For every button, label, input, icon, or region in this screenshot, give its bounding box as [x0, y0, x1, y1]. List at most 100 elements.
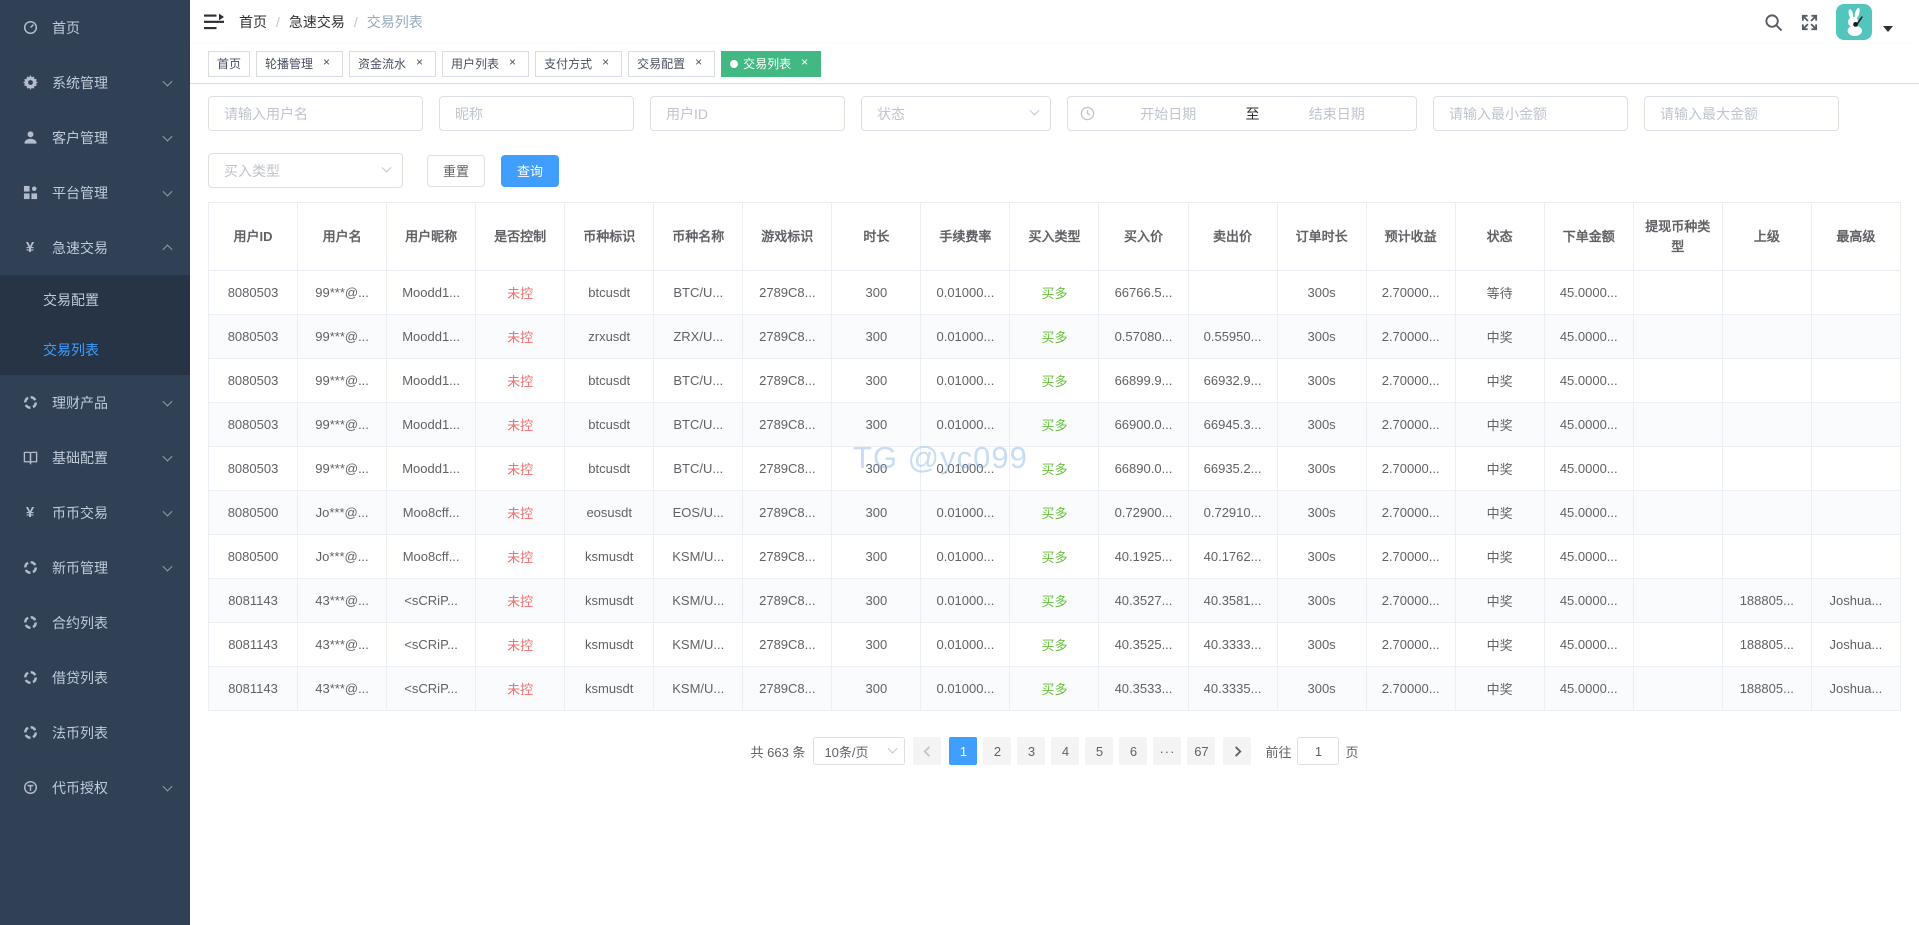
- sidebar-item-label: 币币交易: [52, 504, 108, 521]
- table-row: 8080503 99***@... Moodd1... 未控 btcusdt BTC/U.…: [207, 402, 1902, 447]
- table-cell: 8080503: [207, 358, 299, 403]
- sidebar-subitem-4-1[interactable]: 交易列表: [0, 325, 190, 375]
- tab-2[interactable]: 资金流水 ×: [349, 50, 437, 77]
- table-cell: 40.3533...: [1098, 666, 1189, 711]
- close-tab-icon[interactable]: ×: [505, 56, 520, 71]
- search-button[interactable]: 查询: [501, 154, 560, 187]
- date-end-placeholder[interactable]: 结束日期: [1270, 104, 1405, 124]
- search-icon[interactable]: [1764, 13, 1783, 32]
- sidebar-item-label: 理财产品: [52, 394, 108, 411]
- close-tab-icon[interactable]: ×: [598, 56, 613, 71]
- date-range-picker[interactable]: 开始日期 至 结束日期: [1067, 96, 1417, 131]
- date-separator: 至: [1245, 105, 1260, 122]
- sidebar-item-9[interactable]: 合约列表: [0, 595, 190, 650]
- tab-3[interactable]: 用户列表 ×: [442, 50, 530, 77]
- date-start-placeholder[interactable]: 开始日期: [1101, 104, 1236, 124]
- sidebar-item-label: 新币管理: [52, 559, 108, 576]
- userid-input[interactable]: [651, 97, 844, 130]
- tab-4[interactable]: 支付方式 ×: [535, 50, 623, 77]
- table-cell: Moodd1...: [386, 314, 477, 359]
- table-cell: btcusdt: [564, 358, 655, 403]
- tab-6[interactable]: 交易列表 ×: [721, 50, 822, 77]
- tab-label: 支付方式: [544, 57, 593, 71]
- column-header-12: 订单时长: [1276, 202, 1367, 271]
- sidebar-item-1[interactable]: 系统管理: [0, 55, 190, 110]
- table-cell: 300: [831, 270, 922, 315]
- column-header-4: 币种标识: [564, 202, 655, 271]
- sidebar-item-5[interactable]: 理财产品: [0, 375, 190, 430]
- sidebar-item-0[interactable]: 首页: [0, 0, 190, 55]
- page-button-67[interactable]: 67: [1187, 737, 1216, 765]
- close-tab-icon[interactable]: ×: [319, 56, 334, 71]
- table-cell: KSM/U...: [653, 622, 744, 667]
- table-cell: 中奖: [1454, 314, 1545, 359]
- min-amount-input[interactable]: [1434, 97, 1627, 130]
- page-button-5[interactable]: 5: [1085, 737, 1114, 765]
- sidebar-item-label: 客户管理: [52, 129, 108, 146]
- next-page-button[interactable]: [1223, 737, 1252, 765]
- nickname-input[interactable]: [440, 97, 633, 130]
- max-amount-input[interactable]: [1645, 97, 1838, 130]
- sidebar-item-11[interactable]: 法币列表: [0, 705, 190, 760]
- breadcrumb-item[interactable]: 首页: [239, 12, 267, 32]
- table-cell: 未控: [475, 358, 566, 403]
- table-cell: 中奖: [1454, 622, 1545, 667]
- sidebar-item-6[interactable]: 基础配置: [0, 430, 190, 485]
- breadcrumb-item[interactable]: 急速交易: [289, 12, 345, 32]
- table-cell: 2.70000...: [1365, 490, 1456, 535]
- table-cell: 300: [831, 314, 922, 359]
- page-button-2[interactable]: 2: [983, 737, 1012, 765]
- status-select[interactable]: 状态: [861, 96, 1051, 131]
- page-size-select[interactable]: 10条/页: [813, 737, 906, 765]
- tab-0[interactable]: 首页: [208, 50, 251, 77]
- username-input[interactable]: [209, 97, 422, 130]
- sidebar-subitem-4-0[interactable]: 交易配置: [0, 275, 190, 325]
- table-cell: EOS/U...: [653, 490, 744, 535]
- username-field-wrap: [208, 96, 423, 131]
- buy-type-select[interactable]: 买入类型: [208, 153, 403, 188]
- close-tab-icon[interactable]: ×: [691, 56, 706, 71]
- column-header-11: 卖出价: [1187, 202, 1278, 271]
- table-cell: 2789C8...: [742, 358, 833, 403]
- sidebar-item-12[interactable]: 代币授权: [0, 760, 190, 815]
- chevron-up-icon: [162, 243, 173, 254]
- sidebar-item-4[interactable]: ¥ 急速交易: [0, 220, 190, 275]
- close-tab-icon[interactable]: ×: [797, 56, 812, 71]
- table-cell: 买多: [1009, 490, 1100, 535]
- page-button-1[interactable]: 1: [949, 737, 978, 765]
- sidebar-item-label: 借贷列表: [52, 669, 108, 686]
- close-tab-icon[interactable]: ×: [412, 56, 427, 71]
- sidebar-item-7[interactable]: ¥ 币币交易: [0, 485, 190, 540]
- table-cell: btcusdt: [564, 402, 655, 447]
- user-menu-caret-icon[interactable]: [1883, 26, 1893, 32]
- avatar[interactable]: [1836, 4, 1872, 40]
- table-cell: 45.0000...: [1543, 666, 1634, 711]
- prev-page-button[interactable]: [913, 737, 942, 765]
- page-button-3[interactable]: 3: [1017, 737, 1046, 765]
- page-button-6[interactable]: 6: [1119, 737, 1148, 765]
- reset-button[interactable]: 重置: [427, 154, 486, 187]
- sidebar-item-8[interactable]: 新币管理: [0, 540, 190, 595]
- sidebar-toggle-icon[interactable]: [204, 13, 224, 31]
- sidebar-item-3[interactable]: 平台管理: [0, 165, 190, 220]
- sidebar-item-2[interactable]: 客户管理: [0, 110, 190, 165]
- page-button-4[interactable]: 4: [1051, 737, 1080, 765]
- table-cell: BTC/U...: [653, 358, 744, 403]
- column-header-14: 状态: [1454, 202, 1545, 271]
- page-jumper-input[interactable]: [1297, 737, 1340, 765]
- table-cell: ksmusdt: [564, 666, 655, 711]
- table-cell: [1632, 622, 1723, 667]
- table-cell: 99***@...: [297, 270, 388, 315]
- more-pages-icon[interactable]: ···: [1153, 737, 1182, 765]
- table-cell: [1721, 490, 1812, 535]
- table-cell: [1721, 358, 1812, 403]
- sidebar-item-10[interactable]: 借贷列表: [0, 650, 190, 705]
- table-cell: 45.0000...: [1543, 622, 1634, 667]
- table-cell: 8081143: [207, 622, 299, 667]
- nickname-field-wrap: [439, 96, 634, 131]
- fullscreen-icon[interactable]: [1800, 13, 1819, 32]
- table-cell: 未控: [475, 666, 566, 711]
- tab-1[interactable]: 轮播管理 ×: [256, 50, 344, 77]
- tab-5[interactable]: 交易配置 ×: [628, 50, 716, 77]
- table-cell: 2.70000...: [1365, 534, 1456, 579]
